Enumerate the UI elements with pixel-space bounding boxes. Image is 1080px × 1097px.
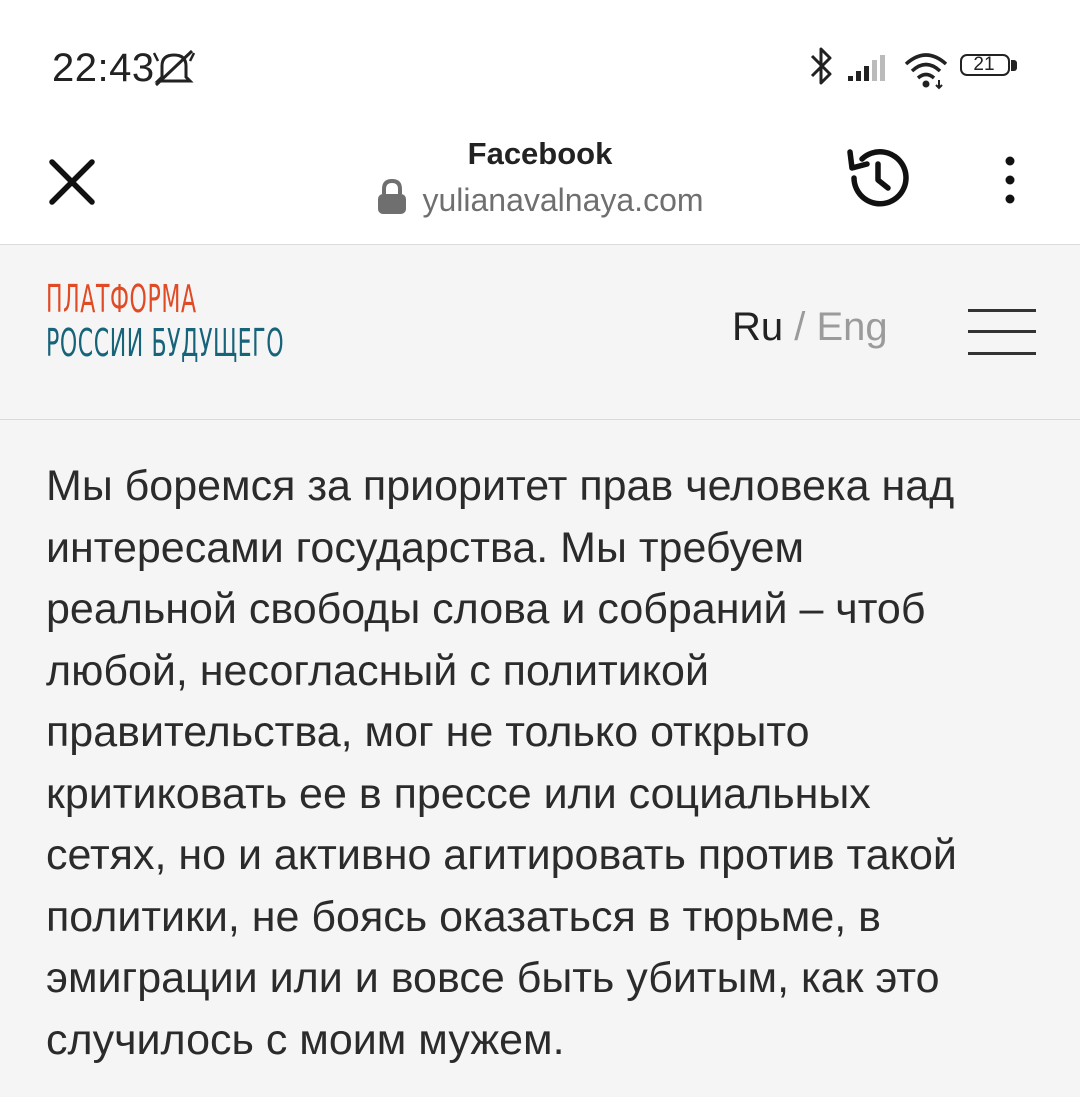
logo-line-1: ПЛАТФОРМА	[46, 277, 197, 321]
status-time: 22:43	[52, 46, 155, 90]
lock-icon	[378, 178, 407, 214]
lang-separator: /	[783, 305, 817, 349]
history-icon[interactable]	[840, 140, 916, 216]
battery-icon: 21	[960, 54, 1022, 80]
logo-line-2: РОССИИ БУДУЩЕГО	[46, 321, 285, 365]
article-paragraph: Мы боремся за приоритет прав человека на…	[46, 462, 957, 1064]
hamburger-menu-icon[interactable]	[968, 309, 1036, 357]
lang-ru-link[interactable]: Ru	[732, 305, 783, 349]
browser-toolbar: Facebook yulianavalnaya.com	[0, 120, 1080, 245]
page-title: Facebook	[467, 136, 613, 171]
battery-level: 21	[973, 54, 995, 75]
more-vert-icon[interactable]	[990, 150, 1030, 210]
signal-icon	[848, 55, 885, 81]
bluetooth-icon	[810, 47, 832, 85]
notifications-muted-icon	[152, 49, 196, 87]
lang-eng-link[interactable]: Eng	[816, 305, 887, 349]
url-bar[interactable]: yulianavalnaya.com	[0, 178, 1080, 219]
site-header: ПЛАТФОРМА РОССИИ БУДУЩЕГО Ru / Eng	[0, 245, 1080, 420]
wifi-icon	[904, 53, 948, 90]
status-bar: 22:43 21	[0, 0, 1080, 120]
site-logo[interactable]: ПЛАТФОРМА РОССИИ БУДУЩЕГО	[46, 277, 326, 365]
main-content: Мы боремся за приоритет прав человека на…	[0, 420, 1080, 1097]
url-text: yulianavalnaya.com	[422, 182, 704, 218]
language-switcher: Ru / Eng	[732, 305, 888, 350]
